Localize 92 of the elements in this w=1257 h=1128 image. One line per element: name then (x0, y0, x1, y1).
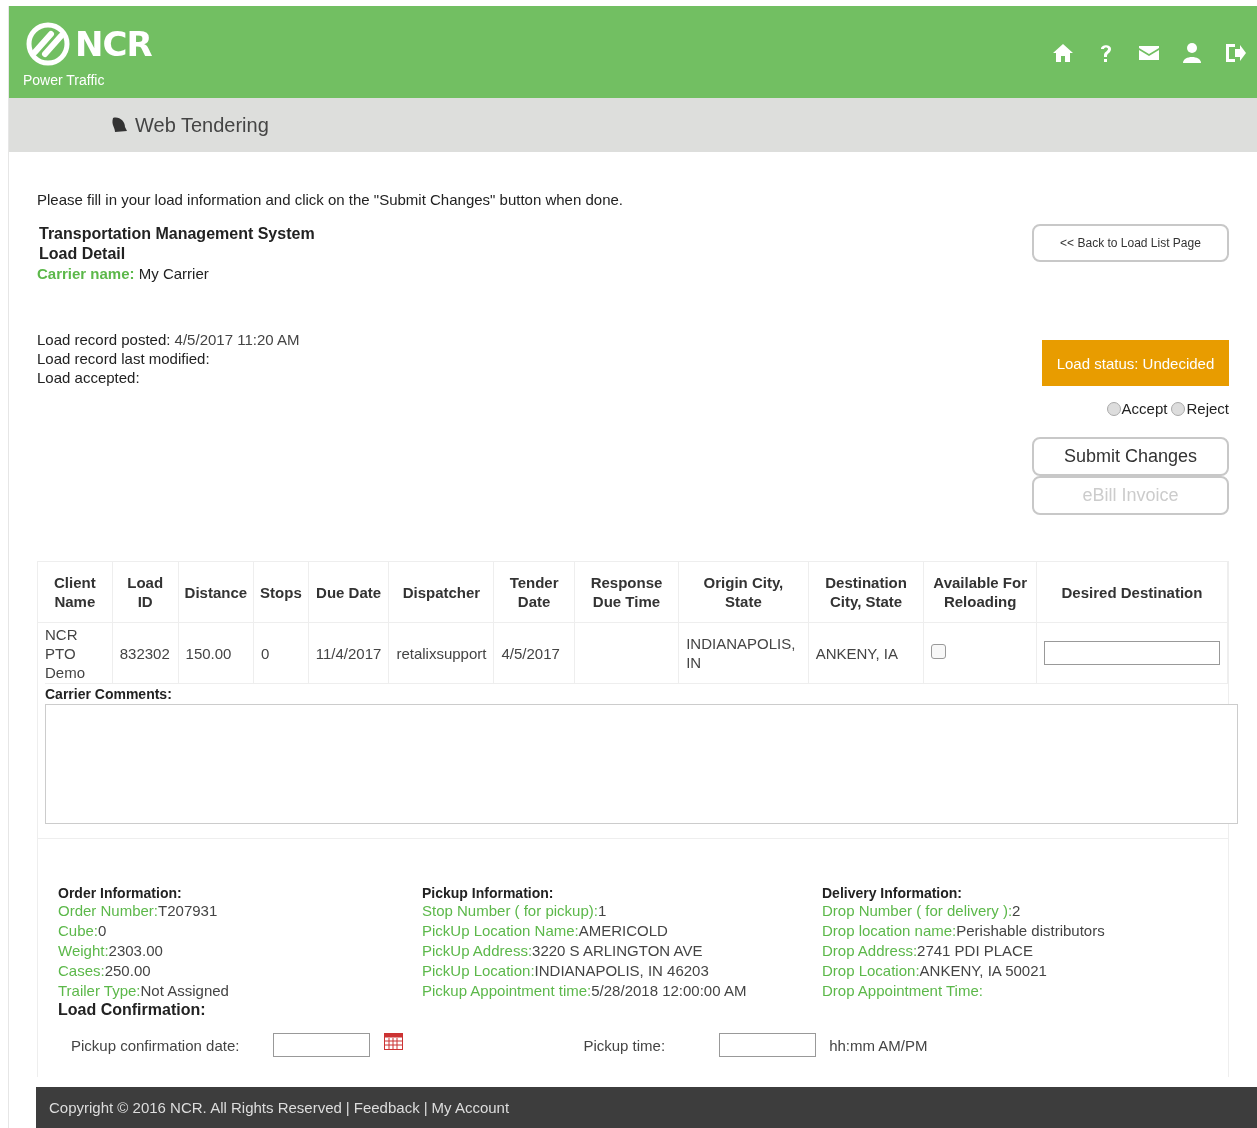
field-label: Pickup time: (583, 1036, 666, 1054)
field-value: Perishable distributors (956, 922, 1105, 939)
table-cell: 150.00 (178, 622, 254, 683)
field-label: Stop Number ( for pickup): (422, 902, 598, 919)
table-cell: NCR PTO Demo (38, 622, 113, 683)
column-header: Destination City, State (808, 562, 924, 623)
column-header: Distance (178, 562, 254, 623)
format-hint: hh:mm AM/PM (829, 1036, 928, 1054)
section-title: Delivery Information: (822, 885, 964, 901)
radio-button[interactable] (1171, 401, 1186, 416)
comments-field[interactable] (45, 704, 1238, 824)
separator: | (345, 1099, 350, 1116)
destination-field[interactable] (1043, 641, 1220, 665)
field-value: T207931 (158, 902, 218, 919)
field-label: PickUp Address: (422, 942, 533, 959)
calendar-icon[interactable] (384, 1032, 404, 1050)
table-cell: INDIANAPOLIS, IN (678, 622, 809, 683)
radio-label: Reject (1186, 400, 1229, 417)
section-title: Order Information: (58, 885, 183, 901)
time-field[interactable] (719, 1033, 817, 1057)
field-label: Drop location name: (822, 922, 957, 939)
field-label: Drop Location: (822, 962, 920, 979)
field-value: 0 (98, 922, 107, 939)
field-value: AMERICOLD (578, 922, 668, 939)
column-header: Load ID (112, 562, 179, 623)
account-link[interactable]: My Account (431, 1099, 510, 1116)
field-label: Cases: (58, 962, 105, 979)
section-title: Load Confirmation: (58, 1001, 207, 1019)
table-cell: retalixsupport (388, 622, 494, 683)
field-label: Drop Number ( for delivery ): (822, 902, 1013, 919)
field-value: 5/28/2018 12:00:00 AM (591, 982, 747, 999)
column-header: Response Due Time (574, 562, 679, 623)
date-field[interactable] (273, 1033, 371, 1057)
user-icon[interactable] (1180, 41, 1204, 65)
column-header: Stops (253, 562, 309, 623)
radio-label: Accept (1121, 400, 1168, 417)
logo-text: NCR (75, 24, 152, 64)
field-label: Load record last modified: (37, 350, 210, 367)
field-label: PickUp Location Name: (422, 922, 579, 939)
field-label: Weight: (58, 942, 109, 959)
table-cell: 0 (253, 622, 309, 683)
field-value: Not Assigned (140, 982, 229, 999)
field-value: 2741 PDI PLACE (917, 942, 1033, 959)
field-label: Drop Address: (822, 942, 918, 959)
column-header: Desired Destination (1036, 562, 1228, 623)
field-value: 1 (597, 902, 607, 919)
field-label: Trailer Type: (58, 982, 141, 999)
column-header: Dispatcher (388, 562, 494, 623)
field-value: 2303.00 (108, 942, 163, 959)
field-value: INDIANAPOLIS, IN 46203 (534, 962, 709, 979)
home-icon[interactable] (1051, 41, 1075, 65)
instructions-text: Please fill in your load information and click on the "Submit Changes" button when done. (37, 191, 624, 208)
field-value: 3220 S ARLINGTON AVE (532, 942, 703, 959)
checkbox[interactable] (931, 643, 947, 659)
field-label: Cube: (58, 922, 99, 939)
column-header: Available For Reloading (923, 562, 1037, 623)
field-value: 2 (1012, 902, 1021, 919)
field-label: Order Number: (58, 902, 159, 919)
field-value: My Carrier (138, 265, 209, 282)
field-label: Pickup confirmation date: (71, 1036, 240, 1054)
heading: Transportation Management System (38, 224, 315, 244)
page-title: Web Tendering (135, 113, 269, 137)
field-label: PickUp Location: (422, 962, 535, 979)
column-header: Due Date (308, 562, 389, 623)
field-label: Drop Appointment Time: (822, 982, 983, 999)
field-label: Carrier name: (37, 265, 135, 282)
column-header: Tender Date (493, 562, 575, 623)
field-label: Pickup Appointment time: (422, 982, 592, 999)
radio-button[interactable] (1106, 401, 1121, 416)
field-label: Load record posted: (37, 331, 171, 348)
comments-label: Carrier Comments: (45, 686, 172, 702)
field-value: 250.00 (104, 962, 151, 979)
feedback-link[interactable]: Feedback (353, 1099, 420, 1116)
bell-icon (109, 115, 129, 135)
submit-button[interactable]: Submit Changes (1032, 437, 1229, 476)
sign-out-icon[interactable] (1223, 41, 1247, 65)
table-cell: 4/5/2017 (493, 622, 575, 683)
section-title: Pickup Information: (422, 885, 555, 901)
heading: Load Detail (38, 244, 127, 264)
field-value: ANKENY, IA 50021 (919, 962, 1047, 979)
table-cell: ANKENY, IA (808, 622, 924, 683)
status-badge: Load status: Undecided (1042, 340, 1229, 386)
table-cell: 832302 (112, 622, 179, 683)
column-header: Origin City, State (678, 562, 809, 623)
back-button[interactable]: << Back to Load List Page (1032, 224, 1229, 262)
app-subtitle: Power Traffic (23, 72, 106, 88)
table-cell: 11/4/2017 (308, 622, 389, 683)
field-value: 4/5/2017 11:20 AM (174, 331, 300, 348)
column-header: Client Name (38, 562, 113, 623)
field-label: Load accepted: (37, 369, 140, 386)
copyright-text: Copyright © 2016 NCR. All Rights Reserved (49, 1099, 342, 1116)
separator: | (423, 1099, 428, 1116)
